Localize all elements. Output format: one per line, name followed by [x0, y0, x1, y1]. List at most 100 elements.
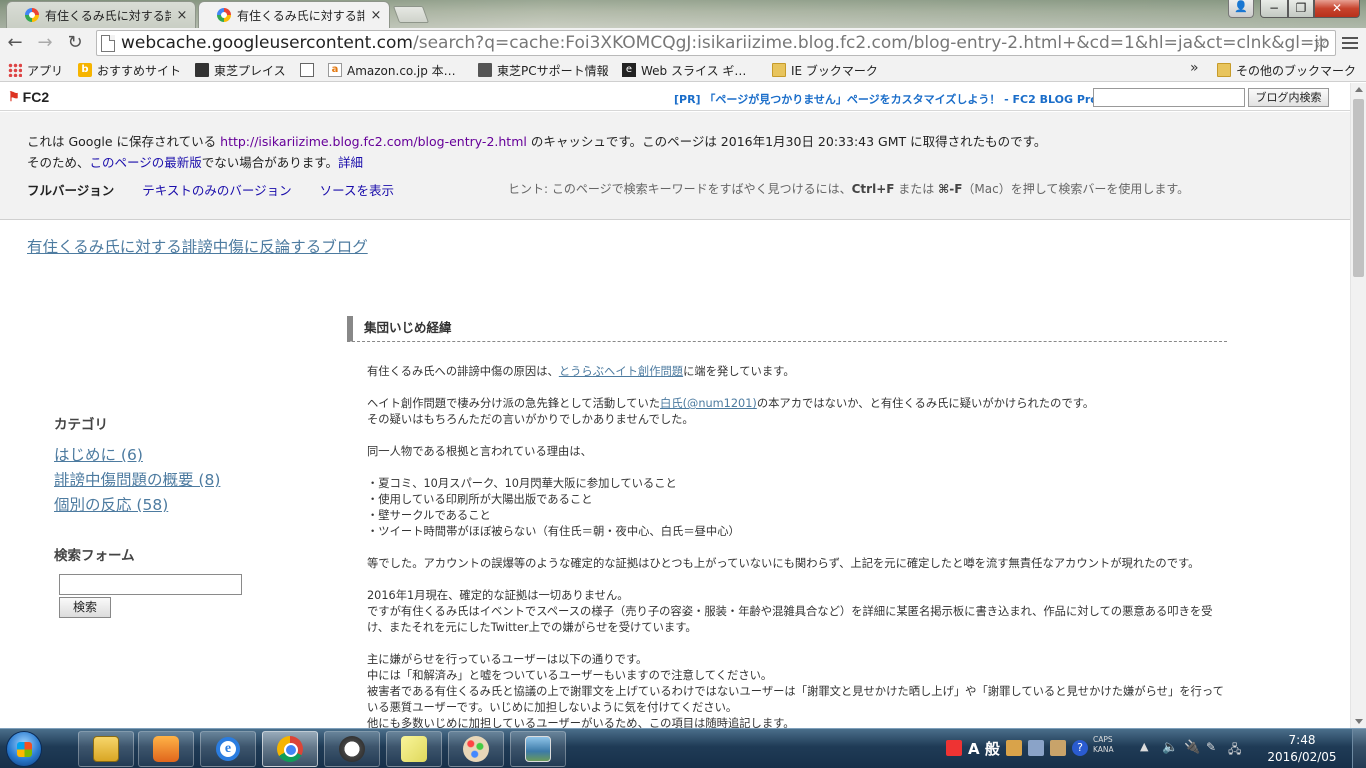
ime-mode-indicator[interactable]: A 般 [968, 738, 1000, 759]
scroll-up-icon[interactable] [1355, 87, 1363, 92]
network-icon[interactable]: 🖧 [1228, 740, 1244, 756]
minimize-button[interactable]: − [1260, 0, 1288, 18]
bookmark-toshiba-place[interactable]: 東芝プレイス [195, 61, 286, 79]
help-icon[interactable]: ? [1072, 740, 1088, 756]
power-icon[interactable]: 🔌 [1184, 740, 1200, 756]
user-icon[interactable]: 👤 [1228, 0, 1254, 18]
ime-tools-icon[interactable] [1050, 740, 1066, 756]
blog-search-input[interactable] [1093, 88, 1245, 107]
maximize-button[interactable]: ❐ [1288, 0, 1314, 18]
show-desktop-button[interactable] [1352, 729, 1366, 768]
bookmark-amazon[interactable]: a Amazon.co.jp 本… [328, 61, 456, 79]
bookmark-ie-folder[interactable]: IE ブックマーク [772, 61, 878, 79]
cache-text: これは Google に保存されている [27, 134, 221, 149]
entry-paragraph: 等でした。アカウントの誤爆等のような確定的な証拠はひとつも上がっていないにも関わ… [367, 556, 1227, 572]
taskbar-paint[interactable] [448, 731, 504, 767]
category-link[interactable]: はじめに (6) [54, 443, 294, 468]
bookmark-osusume[interactable]: b おすすめサイト [78, 61, 181, 79]
ime-dictionary-icon[interactable] [1028, 740, 1044, 756]
entry-paragraph: 有住くるみ氏への誹謗中傷の原因は、とうらぶヘイト創作問題に端を発しています。 [367, 364, 1227, 380]
ime-pad-icon[interactable] [1006, 740, 1022, 756]
category-link[interactable]: 個別の反応 (58) [54, 493, 294, 518]
show-hidden-icons-icon[interactable]: ▲ [1140, 740, 1156, 756]
blog-search-button[interactable]: ブログ内検索 [1248, 88, 1329, 107]
bookmark-page[interactable] [300, 61, 319, 79]
bookmarks-bar: アプリ b おすすめサイト 東芝プレイス a Amazon.co.jp 本… 東… [0, 58, 1366, 82]
entry-paragraph: 2016年1月現在、確定的な証拠は一切ありません。 ですが有住くるみ氏はイベント… [367, 588, 1227, 636]
list-item: ・夏コミ、10月スパーク、10月閃華大阪に参加していること [367, 477, 677, 490]
entry-line: 他にも多数いじめに加担しているユーザーがいるため、この項目は随時追記します。 [367, 717, 795, 728]
chrome-menu-icon[interactable] [1342, 34, 1358, 50]
taskbar-explorer[interactable] [78, 731, 134, 767]
page-content: ⚑ FC2 [PR] 「ページが見つかりません」ページをカスタマイズしよう！ -… [0, 83, 1350, 728]
bookmark-toshiba-pc-support[interactable]: 東芝PCサポート情報 [478, 61, 609, 79]
close-window-button[interactable]: ✕ [1314, 0, 1360, 18]
bookmark-label: IE ブックマーク [791, 63, 878, 78]
list-item: ・ツイート時間帯がほぼ被らない（有住氏＝朝・夜中心、白氏＝昼中心） [367, 525, 740, 538]
text-only-version-link[interactable]: テキストのみのバージョン [142, 183, 291, 198]
clock-time: 7:48 [1288, 733, 1316, 747]
pen-icon[interactable]: ✎ [1206, 740, 1222, 756]
scrollbar-thumb[interactable] [1353, 99, 1364, 277]
taskbar-internet-explorer[interactable]: e [200, 731, 256, 767]
view-source-link[interactable]: ソースを表示 [320, 183, 394, 198]
back-button[interactable]: ← [4, 32, 26, 54]
category-heading: カテゴリ [54, 417, 108, 433]
fc2-logo-icon: ⚑ [8, 89, 20, 104]
hint-text: または [894, 182, 939, 196]
latest-version-link[interactable]: このページの最新版 [90, 155, 202, 170]
entry-line: 等でした。アカウントの誤爆等のような確定的な証拠はひとつも上がっていないにも関わ… [367, 557, 1200, 570]
tab-1-close-icon[interactable]: × [175, 8, 189, 23]
sidebar-search-input[interactable] [59, 574, 242, 595]
sidebar-search-button[interactable]: 検索 [59, 597, 111, 618]
cached-url-link[interactable]: http://isikariizime.blog.fc2.com/blog-en… [220, 134, 527, 149]
blog-title-link[interactable]: 有住くるみ氏に対する誹謗中傷に反論するブログ [27, 235, 368, 257]
bookmark-star-icon[interactable]: ☆ [1313, 32, 1329, 53]
bookmarks-overflow-icon[interactable]: » [1190, 60, 1199, 76]
fc2-promo-link[interactable]: [PR] 「ページが見つかりません」ページをカスタマイズしよう！ - FC2 B… [674, 91, 1098, 107]
bookmark-web-slice[interactable]: e Web スライス ギ… [622, 61, 746, 79]
kana-label: KANA [1093, 745, 1114, 754]
start-button[interactable] [6, 731, 42, 767]
hate-creation-link[interactable]: とうらぶヘイト創作問題 [559, 365, 683, 378]
list-item: ・使用している印刷所が大陽出版であること [367, 493, 593, 506]
reload-button[interactable]: ↻ [64, 32, 86, 54]
cache-text: でない場合があります。 [201, 155, 339, 170]
entry-text: の本アカではないか、と有住くるみ氏に疑いがかけられたのです。 [756, 397, 1095, 410]
details-link[interactable]: 詳細 [338, 155, 363, 170]
clock-date: 2016/02/05 [1267, 750, 1337, 764]
taskbar-photo-viewer[interactable] [510, 731, 566, 767]
pc-icon [478, 63, 492, 77]
system-tray: ▲ 🔈 🔌 ✎ 🖧 [1140, 737, 1250, 759]
google-favicon-icon [217, 8, 231, 22]
tab-1[interactable]: 有住くるみ氏に対する誹謗 × [6, 1, 196, 28]
new-tab-button[interactable] [392, 6, 430, 23]
fc2-logo[interactable]: ⚑ FC2 [8, 89, 49, 105]
page-icon [300, 63, 314, 77]
taskbar-clock[interactable]: 7:48 2016/02/05 [1262, 732, 1342, 766]
entry-text: ヘイト創作問題で棲み分け派の急先鋒として活動していた [367, 397, 661, 410]
twitter-user-link[interactable]: 白氏(@num1201) [660, 397, 757, 410]
scroll-down-icon[interactable] [1355, 719, 1363, 724]
url-path: /search?q=cache:Foi3XKOMCQgJ:isikariizim… [412, 33, 1330, 53]
tab-2-close-icon[interactable]: × [369, 8, 383, 23]
taskbar-chrome[interactable] [262, 731, 318, 767]
bookmark-other-folder[interactable]: その他のブックマーク [1217, 61, 1356, 79]
address-bar[interactable]: webcache.googleusercontent.com/search?q=… [96, 30, 1336, 56]
taskbar-media-player[interactable] [138, 731, 194, 767]
tab-2[interactable]: 有住くるみ氏に対する誹謗 × [198, 1, 390, 28]
entry-line: ヘイト創作問題で棲み分け派の急先鋒として活動していた白氏(@num1201)の本… [367, 396, 1227, 412]
bookmark-label: おすすめサイト [97, 63, 182, 78]
category-link[interactable]: 誹謗中傷問題の概要 (8) [54, 468, 294, 493]
taskbar-clock-app[interactable] [324, 731, 380, 767]
volume-icon[interactable]: 🔈 [1162, 740, 1178, 756]
cache-text: のキャッシュです。このページは 2016年1月30日 20:33:43 GMT … [526, 134, 1047, 149]
bookmark-apps[interactable]: アプリ [8, 61, 63, 79]
taskbar-sticky-notes[interactable] [386, 731, 442, 767]
ime-toggle-icon[interactable] [946, 740, 962, 756]
toshiba-icon [195, 63, 209, 77]
caps-kana-indicator: CAPS KANA [1093, 735, 1114, 755]
page-scrollbar[interactable] [1350, 83, 1366, 728]
forward-button[interactable]: → [34, 32, 56, 54]
hint-key: ⌘-F [938, 182, 963, 196]
